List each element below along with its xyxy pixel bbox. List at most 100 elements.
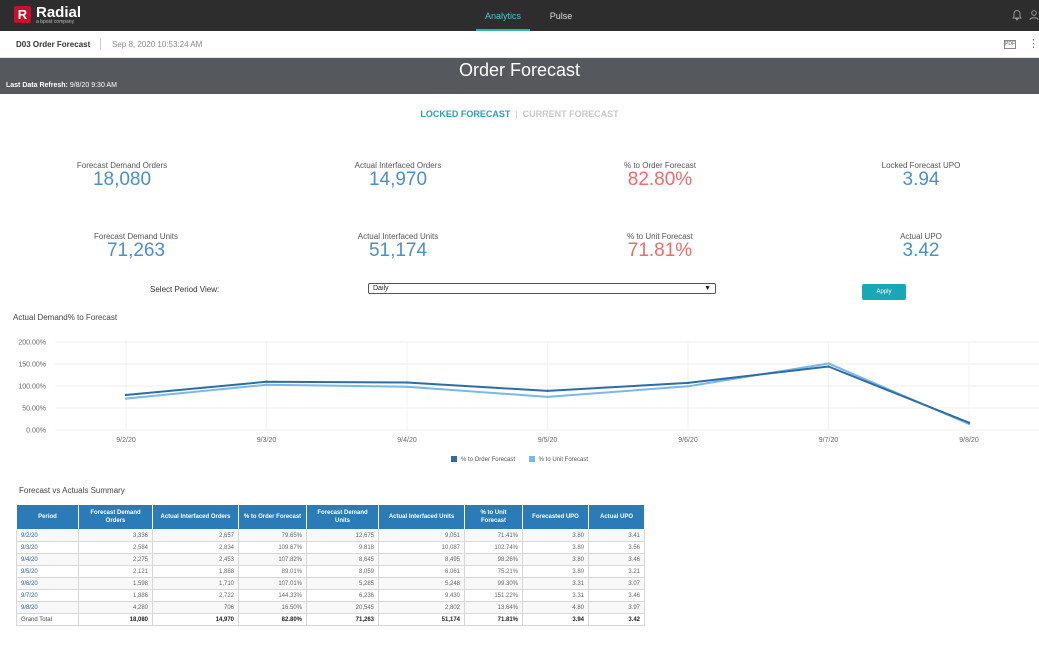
x-tick-label: 9/4/20	[397, 437, 417, 444]
bell-icon[interactable]	[1011, 9, 1023, 21]
y-tick-label: 0.00%	[26, 428, 46, 435]
table-cell: 98.26%	[464, 553, 523, 566]
table-cell: 9,051	[378, 529, 465, 542]
legend-swatch-order	[450, 456, 457, 462]
table-cell: 107.01%	[238, 577, 307, 590]
table-cell: 1,888	[152, 565, 239, 578]
table-cell: 5,248	[378, 577, 465, 590]
table-title: Forecast vs Actuals Summary	[19, 486, 125, 495]
data-point[interactable]	[124, 397, 128, 400]
data-point[interactable]	[546, 395, 549, 399]
table-cell: 3.80	[522, 553, 589, 566]
column-header[interactable]: % to Order Forecast	[238, 504, 307, 530]
chart-title: Actual Demand% to Forecast	[13, 313, 118, 322]
table-cell: 8,645	[306, 553, 379, 566]
table-cell: 2,834	[152, 541, 239, 554]
kpi-forecast-demand-orders: Forecast Demand Orders 18,080	[22, 161, 222, 190]
data-point[interactable]	[405, 381, 409, 384]
table-cell: 1,710	[152, 577, 239, 590]
table-cell: 3.31	[522, 589, 589, 602]
period-view-value: Daily	[373, 285, 389, 292]
tab-analytics[interactable]: Analytics	[476, 0, 530, 31]
period-cell: Grand Total	[16, 613, 79, 626]
table-cell: 2,802	[378, 601, 465, 614]
data-point[interactable]	[265, 380, 268, 383]
data-point[interactable]	[827, 362, 830, 365]
table-cell: 2,657	[152, 529, 239, 542]
kpi-pct-to-order-forecast: % to Order Forecast 82.80%	[560, 161, 760, 190]
table-cell: 13.64%	[464, 601, 523, 614]
table-cell: 109.67%	[238, 541, 307, 554]
current-forecast-tab[interactable]: CURRENT FORECAST	[523, 109, 619, 119]
table-cell: 3.94	[522, 613, 589, 626]
table-cell: 75.21%	[464, 565, 523, 578]
y-tick-label: 100.00%	[18, 384, 46, 391]
data-point[interactable]	[967, 421, 971, 424]
locked-forecast-tab[interactable]: LOCKED FORECAST	[420, 109, 510, 119]
table-cell: 4,280	[78, 601, 153, 614]
table-cell: 8,059	[306, 565, 379, 578]
table-row: 9/6/20 1,598 1,710 107.01% 5,285 5,248 99.30% 3…	[16, 577, 645, 590]
table-cell: 3.21	[588, 565, 645, 578]
table-cell: 71.81%	[464, 613, 523, 626]
table-cell: 20,545	[306, 601, 379, 614]
legend-item-unit[interactable]: % to Unit Forecast	[528, 456, 589, 463]
table-cell: 6,236	[306, 589, 379, 602]
tab-pulse[interactable]: Pulse	[541, 0, 581, 31]
legend-item-order[interactable]: % to Order Forecast	[450, 456, 515, 463]
table-cell: 3.80	[522, 541, 589, 554]
pdf-export-icon[interactable]: PDF	[1004, 40, 1016, 49]
more-options-icon[interactable]: ⋮	[1028, 38, 1039, 50]
table-cell: 2,453	[152, 553, 239, 566]
table-cell: 99.30%	[464, 577, 523, 590]
table-cell: 12,675	[306, 529, 379, 542]
table-row: 9/8/20 4,280 706 16.50% 20,545 2,802 13.64% 4.8…	[16, 601, 645, 614]
user-icon[interactable]	[1028, 9, 1039, 21]
data-point[interactable]	[827, 365, 830, 368]
x-tick-label: 9/3/20	[257, 437, 277, 444]
table-cell: 1,598	[78, 577, 153, 590]
column-header[interactable]: Period	[16, 504, 79, 530]
period-view-select[interactable]: Daily ▼	[368, 283, 716, 294]
column-header[interactable]: Forecast Demand Orders	[78, 504, 153, 530]
data-point[interactable]	[686, 381, 690, 385]
table-cell: 2,722	[152, 589, 239, 602]
kpi-actual-interfaced-units: Actual Interfaced Units 51,174	[298, 232, 498, 261]
data-point[interactable]	[546, 389, 549, 393]
last-refresh-label: Last Data Refresh:	[6, 82, 68, 89]
table-cell: 6,061	[378, 565, 465, 578]
x-tick-label: 9/8/20	[959, 437, 979, 444]
x-tick-label: 9/2/20	[116, 437, 136, 444]
data-point[interactable]	[124, 393, 128, 397]
table-cell: 3.07	[588, 577, 645, 590]
data-point[interactable]	[686, 385, 690, 388]
data-point[interactable]	[405, 385, 409, 388]
radial-logo[interactable]: R Radial a bpost company	[14, 5, 81, 25]
column-header[interactable]: % to Unit Forecast	[464, 504, 523, 530]
table-cell: 3.46	[588, 553, 645, 566]
data-point[interactable]	[265, 383, 268, 386]
apply-button[interactable]: Apply	[862, 284, 906, 300]
period-cell: 9/5/20	[16, 565, 79, 578]
kpi-forecast-demand-units: Forecast Demand Units 71,263	[36, 232, 236, 261]
table-row: 9/2/20 3,336 2,657 79.65% 12,675 9,051 71.41% 3…	[16, 529, 645, 542]
period-cell: 9/7/20	[16, 589, 79, 602]
kpi-actual-interfaced-orders: Actual Interfaced Orders 14,970	[298, 161, 498, 190]
dashboard-header: D03 Order Forecast Sep 8, 2020 10:53:24 …	[0, 31, 1039, 58]
table-cell: 3.46	[588, 589, 645, 602]
chart-legend: % to Order Forecast % to Unit Forecast	[0, 456, 1039, 463]
kpi-locked-forecast-upo: Locked Forecast UPO 3.94	[821, 161, 1021, 190]
column-header[interactable]: Forecast Demand Units	[306, 504, 379, 530]
column-header[interactable]: Actual Interfaced Orders	[152, 504, 239, 530]
column-header[interactable]: Forecasted UPO	[522, 504, 589, 530]
table-cell: 71,263	[306, 613, 379, 626]
column-header[interactable]: Actual UPO	[588, 504, 645, 530]
x-tick-label: 9/6/20	[678, 437, 698, 444]
table-cell: 3,336	[78, 529, 153, 542]
table-header-row: Period Forecast Demand Orders Actual Inter…	[16, 504, 645, 530]
legend-label-unit: % to Unit Forecast	[538, 457, 589, 463]
kpi-value: 18,080	[92, 169, 152, 190]
column-header[interactable]: Actual Interfaced Units	[378, 504, 465, 530]
dashboard-timestamp: Sep 8, 2020 10:53:24 AM	[112, 40, 203, 49]
period-cell: 9/2/20	[16, 529, 79, 542]
